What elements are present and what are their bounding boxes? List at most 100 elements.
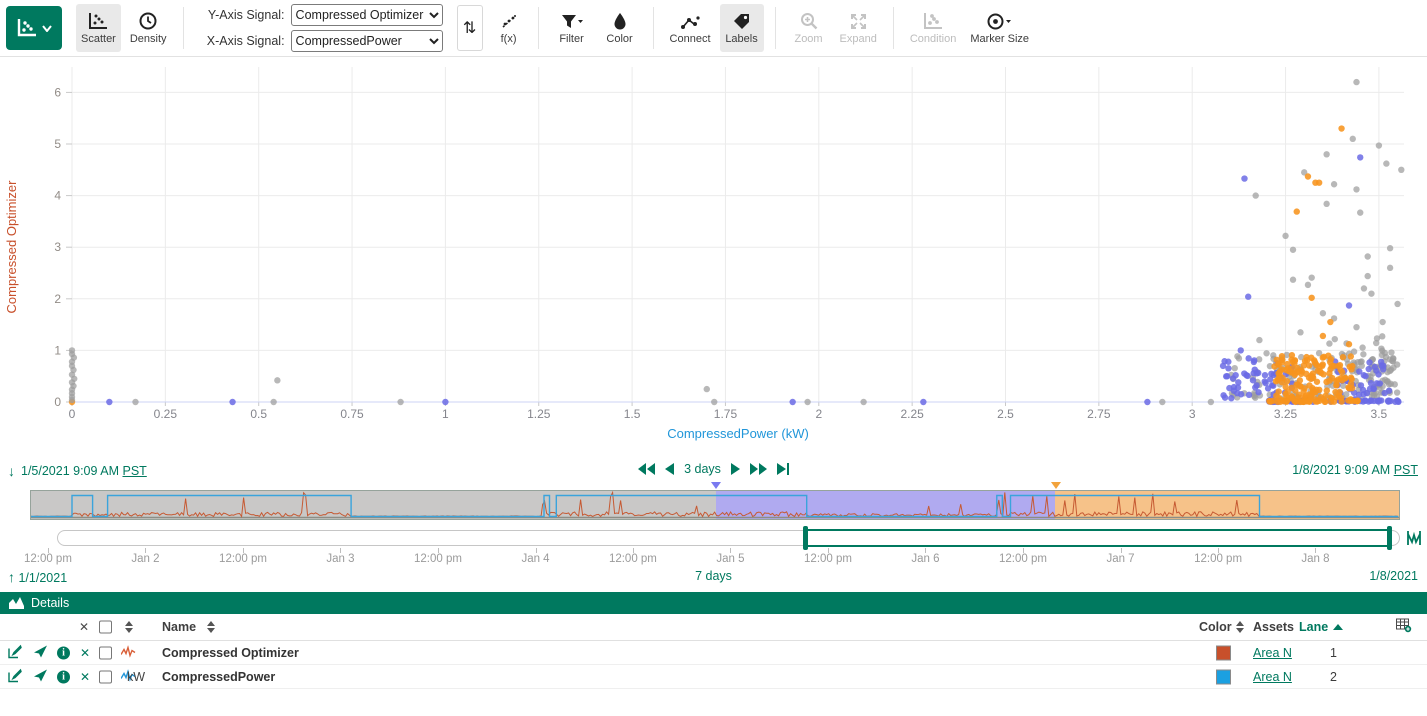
svg-text:1.75: 1.75 [714, 407, 738, 421]
scatter-mode-button[interactable]: Scatter [76, 4, 121, 52]
svg-text:0: 0 [54, 395, 61, 409]
scatter-mode-icon [88, 12, 108, 30]
add-column-icon[interactable] [1396, 619, 1412, 636]
fx-button[interactable]: f(x) [491, 4, 527, 52]
display-range-end[interactable]: 1/8/2021 9:09 AM PST [1292, 463, 1418, 477]
trend-preview-strip[interactable] [30, 490, 1400, 520]
condition-button: Condition [905, 4, 961, 52]
remove-icon[interactable]: ✕ [80, 670, 90, 684]
timeline-panel: ↓ 1/5/2021 9:09 AM PST 3 days [0, 455, 1427, 592]
x-axis-signal-label: X-Axis Signal: [201, 34, 285, 48]
color-button[interactable]: Color [598, 4, 642, 52]
column-name-label[interactable]: Name [162, 620, 196, 634]
timezone-link[interactable]: PST [1394, 463, 1418, 477]
unit-label: kW [127, 670, 145, 684]
marker-size-label: Marker Size [970, 33, 1029, 45]
details-title: Details [31, 596, 69, 610]
swap-axes-button[interactable]: ⇅ [457, 5, 483, 51]
signal-name[interactable]: Compressed Optimizer [162, 646, 299, 660]
sort-name-icon[interactable] [207, 621, 215, 633]
range-slider-left-handle[interactable] [803, 526, 808, 550]
remove-icon[interactable]: ✕ [80, 646, 90, 660]
svg-text:1.5: 1.5 [624, 407, 641, 421]
column-color-label[interactable]: Color [1199, 620, 1232, 634]
send-icon[interactable] [34, 669, 47, 684]
labels-button[interactable]: Labels [720, 4, 764, 52]
zoom-button: Zoom [787, 4, 831, 52]
investigate-range-row: ↑ 1/1/2021 7 days 1/8/2021 [0, 569, 1427, 589]
connect-button[interactable]: Connect [665, 4, 716, 52]
row-checkbox[interactable] [99, 670, 112, 683]
step-size-label[interactable]: 3 days [684, 462, 721, 476]
svg-text:0.5: 0.5 [250, 407, 267, 421]
info-icon[interactable]: i [57, 646, 70, 659]
density-mode-button[interactable]: Density [125, 4, 172, 52]
expand-button: Expand [835, 4, 882, 52]
lane-value: 2 [1330, 670, 1337, 684]
zoom-label: Zoom [794, 33, 822, 45]
y-axis-signal-select[interactable]: Compressed Optimizer [291, 4, 443, 26]
step-back-button[interactable] [665, 463, 674, 475]
svg-text:0: 0 [69, 407, 76, 421]
color-swatch[interactable] [1216, 645, 1231, 660]
signal-selectors: Y-Axis Signal: Compressed Optimizer X-Ax… [201, 4, 443, 52]
remove-all-icon[interactable]: ✕ [79, 620, 89, 634]
y-axis-signal-label: Y-Axis Signal: [201, 8, 285, 22]
svg-text:1.25: 1.25 [527, 407, 551, 421]
details-column-header: ✕ Name Color Assets Lane [0, 614, 1427, 641]
color-boundary-marker-icon [711, 482, 721, 489]
range-slider-right-handle[interactable] [1387, 526, 1392, 550]
details-row-compressed-optimizer[interactable]: i ✕ Compressed Optimizer Area N 1 [0, 641, 1427, 665]
column-lane-label[interactable]: Lane [1299, 620, 1328, 634]
asset-link[interactable]: Area N [1253, 646, 1292, 660]
timeline-tick-label: 12:00 pm [988, 553, 1058, 565]
svg-text:2.25: 2.25 [900, 407, 924, 421]
svg-text:1: 1 [54, 343, 61, 357]
toolbar-separator [775, 7, 776, 49]
timeline-tick-label: Jan 8 [1280, 553, 1350, 565]
magnifier-zoom-icon [800, 12, 818, 30]
investigate-duration[interactable]: 7 days [0, 569, 1427, 583]
timeline-tick-label: Jan 6 [890, 553, 960, 565]
step-forward-fast-button[interactable] [750, 463, 767, 475]
svg-text:3: 3 [54, 240, 61, 254]
timeline-tick-label: 12:00 pm [13, 553, 83, 565]
step-forward-button[interactable] [731, 463, 740, 475]
display-end-date: 1/8/2021 9:09 AM [1292, 463, 1390, 477]
color-swatch[interactable] [1216, 669, 1231, 684]
toolbar-separator [538, 7, 539, 49]
sort-icon[interactable] [125, 621, 133, 633]
marker-size-button[interactable]: Marker Size [965, 4, 1034, 52]
display-range-row: ↓ 1/5/2021 9:09 AM PST 3 days [0, 460, 1427, 484]
expand-arrows-icon [850, 12, 867, 30]
lane-sort-asc-icon[interactable] [1333, 624, 1343, 630]
timeline-tick-label: 12:00 pm [403, 553, 473, 565]
svg-text:1: 1 [442, 407, 449, 421]
scatter-tool-menu-button[interactable] [6, 6, 62, 50]
timeline-tick-label: 12:00 pm [598, 553, 668, 565]
step-back-fast-button[interactable] [638, 463, 655, 475]
timeline-tick-label: 12:00 pm [793, 553, 863, 565]
signal-name[interactable]: CompressedPower [162, 670, 275, 684]
send-icon[interactable] [34, 645, 47, 660]
row-checkbox[interactable] [99, 646, 112, 659]
edit-icon[interactable] [8, 668, 22, 685]
range-slider-selection[interactable] [805, 529, 1390, 547]
details-header[interactable]: Details [0, 592, 1427, 614]
info-icon[interactable]: i [57, 670, 70, 683]
filter-funnel-icon [561, 12, 583, 30]
filter-label: Filter [559, 33, 583, 45]
step-to-end-button[interactable] [777, 463, 789, 475]
asset-link[interactable]: Area N [1253, 670, 1292, 684]
column-assets-label[interactable]: Assets [1253, 620, 1294, 634]
timeline-tick-label: Jan 2 [110, 553, 180, 565]
sort-color-icon[interactable] [1236, 621, 1244, 633]
x-axis-signal-select[interactable]: CompressedPower [291, 30, 443, 52]
investigate-end-date[interactable]: 1/8/2021 [1369, 569, 1418, 583]
select-all-checkbox[interactable] [99, 621, 112, 634]
scatter-chart[interactable]: 00.250.50.7511.251.51.7522.252.52.7533.2… [0, 57, 1427, 455]
edit-icon[interactable] [8, 644, 22, 661]
filter-button[interactable]: Filter [550, 4, 594, 52]
details-row-compressedpower[interactable]: i ✕ kW CompressedPower Area N 2 [0, 665, 1427, 689]
connect-dots-icon [680, 12, 700, 30]
